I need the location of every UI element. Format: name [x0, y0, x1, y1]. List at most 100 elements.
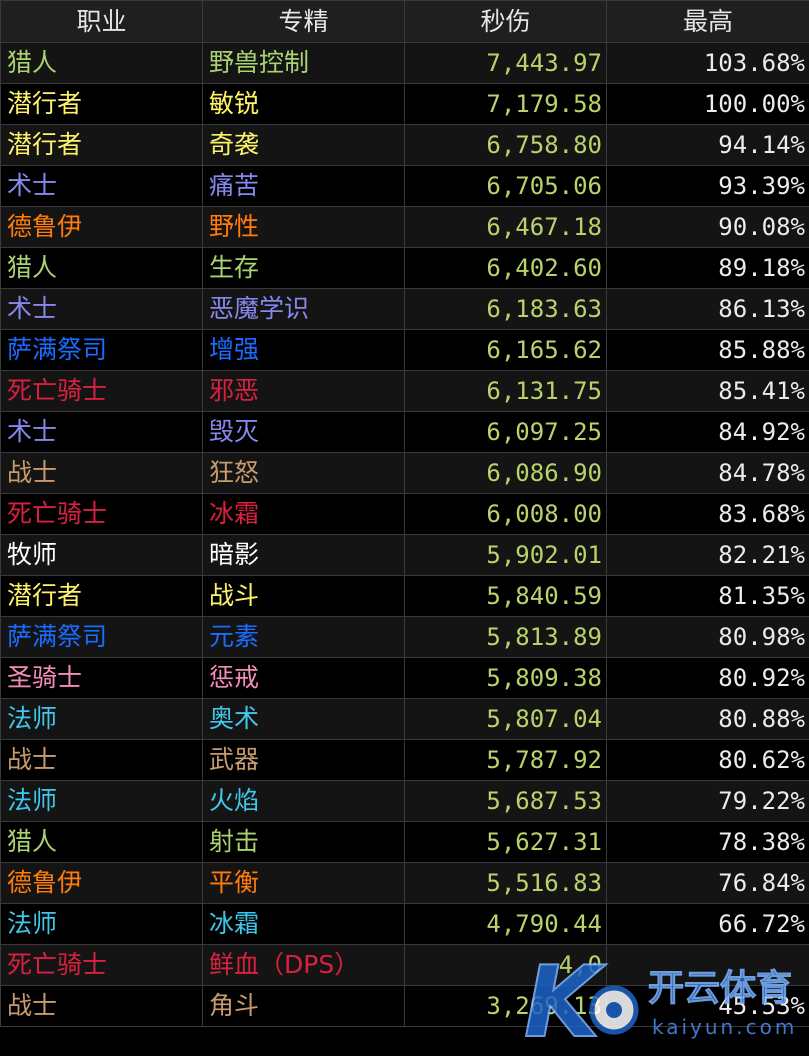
max-pct-cell: 80.62%: [607, 740, 809, 781]
spec-cell: 毁灭: [203, 412, 405, 453]
max-pct-cell: [607, 945, 809, 986]
spec-cell: 元素: [203, 617, 405, 658]
spec-cell: 武器: [203, 740, 405, 781]
class-cell: 法师: [1, 781, 203, 822]
table-row[interactable]: 潜行者奇袭6,758.8094.14%: [1, 125, 809, 166]
dps-ranking-table: 职业 专精 秒伤 最高 猎人野兽控制7,443.97103.68%潜行者敏锐7,…: [0, 0, 809, 1027]
class-cell: 潜行者: [1, 125, 203, 166]
dps-cell: 6,008.00: [405, 494, 607, 535]
spec-cell: 狂怒: [203, 453, 405, 494]
max-pct-cell: 84.78%: [607, 453, 809, 494]
dps-cell: 7,179.58: [405, 84, 607, 125]
class-cell: 术士: [1, 412, 203, 453]
table-row[interactable]: 萨满祭司增强6,165.6285.88%: [1, 330, 809, 371]
table-row[interactable]: 术士恶魔学识6,183.6386.13%: [1, 289, 809, 330]
table-row[interactable]: 萨满祭司元素5,813.8980.98%: [1, 617, 809, 658]
dps-cell: 4,0: [405, 945, 607, 986]
class-cell: 术士: [1, 289, 203, 330]
max-pct-cell: 81.35%: [607, 576, 809, 617]
spec-cell: 增强: [203, 330, 405, 371]
dps-cell: 6,467.18: [405, 207, 607, 248]
table-row[interactable]: 猎人射击5,627.3178.38%: [1, 822, 809, 863]
dps-cell: 6,402.60: [405, 248, 607, 289]
dps-cell: 6,097.25: [405, 412, 607, 453]
table-row[interactable]: 德鲁伊野性6,467.1890.08%: [1, 207, 809, 248]
table-row[interactable]: 死亡骑士邪恶6,131.7585.41%: [1, 371, 809, 412]
table-row[interactable]: 法师火焰5,687.5379.22%: [1, 781, 809, 822]
class-cell: 潜行者: [1, 576, 203, 617]
table-row[interactable]: 法师奥术5,807.0480.88%: [1, 699, 809, 740]
table-row[interactable]: 法师冰霜4,790.4466.72%: [1, 904, 809, 945]
dps-cell: 5,807.04: [405, 699, 607, 740]
table-row[interactable]: 术士痛苦6,705.0693.39%: [1, 166, 809, 207]
table-row[interactable]: 牧师暗影5,902.0182.21%: [1, 535, 809, 576]
class-cell: 战士: [1, 453, 203, 494]
class-cell: 死亡骑士: [1, 494, 203, 535]
table-body: 猎人野兽控制7,443.97103.68%潜行者敏锐7,179.58100.00…: [1, 43, 809, 1027]
table-row[interactable]: 德鲁伊平衡5,516.8376.84%: [1, 863, 809, 904]
max-pct-cell: 84.92%: [607, 412, 809, 453]
spec-cell: 冰霜: [203, 494, 405, 535]
class-cell: 萨满祭司: [1, 617, 203, 658]
max-pct-cell: 79.22%: [607, 781, 809, 822]
spec-cell: 鲜血（DPS）: [203, 945, 405, 986]
max-pct-cell: 103.68%: [607, 43, 809, 84]
max-pct-cell: 85.41%: [607, 371, 809, 412]
dps-cell: 6,131.75: [405, 371, 607, 412]
class-cell: 死亡骑士: [1, 371, 203, 412]
spec-cell: 野兽控制: [203, 43, 405, 84]
max-pct-cell: 66.72%: [607, 904, 809, 945]
spec-cell: 暗影: [203, 535, 405, 576]
dps-cell: 5,627.31: [405, 822, 607, 863]
header-spec[interactable]: 专精: [203, 1, 405, 43]
class-cell: 法师: [1, 699, 203, 740]
class-cell: 萨满祭司: [1, 330, 203, 371]
class-cell: 潜行者: [1, 84, 203, 125]
dps-cell: 5,840.59: [405, 576, 607, 617]
dps-cell: 5,809.38: [405, 658, 607, 699]
table-row[interactable]: 术士毁灭6,097.2584.92%: [1, 412, 809, 453]
dps-cell: 6,183.63: [405, 289, 607, 330]
class-cell: 战士: [1, 986, 203, 1027]
table-row[interactable]: 潜行者战斗5,840.5981.35%: [1, 576, 809, 617]
header-max-pct[interactable]: 最高: [607, 1, 809, 43]
class-cell: 德鲁伊: [1, 863, 203, 904]
spec-cell: 战斗: [203, 576, 405, 617]
table-row[interactable]: 死亡骑士冰霜6,008.0083.68%: [1, 494, 809, 535]
max-pct-cell: 80.92%: [607, 658, 809, 699]
class-cell: 猎人: [1, 43, 203, 84]
table-row[interactable]: 圣骑士惩戒5,809.3880.92%: [1, 658, 809, 699]
max-pct-cell: 83.68%: [607, 494, 809, 535]
spec-cell: 冰霜: [203, 904, 405, 945]
table-row[interactable]: 战士角斗3,269.1345.53%: [1, 986, 809, 1027]
header-dps[interactable]: 秒伤: [405, 1, 607, 43]
spec-cell: 角斗: [203, 986, 405, 1027]
spec-cell: 恶魔学识: [203, 289, 405, 330]
max-pct-cell: 93.39%: [607, 166, 809, 207]
max-pct-cell: 78.38%: [607, 822, 809, 863]
table-row[interactable]: 死亡骑士鲜血（DPS）4,0: [1, 945, 809, 986]
class-cell: 猎人: [1, 822, 203, 863]
spec-cell: 生存: [203, 248, 405, 289]
header-class[interactable]: 职业: [1, 1, 203, 43]
dps-cell: 3,269.13: [405, 986, 607, 1027]
class-cell: 术士: [1, 166, 203, 207]
table-row[interactable]: 战士武器5,787.9280.62%: [1, 740, 809, 781]
table-row[interactable]: 战士狂怒6,086.9084.78%: [1, 453, 809, 494]
dps-cell: 5,687.53: [405, 781, 607, 822]
class-cell: 猎人: [1, 248, 203, 289]
max-pct-cell: 86.13%: [607, 289, 809, 330]
dps-cell: 6,086.90: [405, 453, 607, 494]
class-cell: 圣骑士: [1, 658, 203, 699]
table-row[interactable]: 潜行者敏锐7,179.58100.00%: [1, 84, 809, 125]
class-cell: 法师: [1, 904, 203, 945]
table-row[interactable]: 猎人野兽控制7,443.97103.68%: [1, 43, 809, 84]
spec-cell: 射击: [203, 822, 405, 863]
spec-cell: 野性: [203, 207, 405, 248]
spec-cell: 惩戒: [203, 658, 405, 699]
class-cell: 死亡骑士: [1, 945, 203, 986]
dps-cell: 6,758.80: [405, 125, 607, 166]
table-row[interactable]: 猎人生存6,402.6089.18%: [1, 248, 809, 289]
header-row: 职业 专精 秒伤 最高: [1, 1, 809, 43]
max-pct-cell: 80.98%: [607, 617, 809, 658]
